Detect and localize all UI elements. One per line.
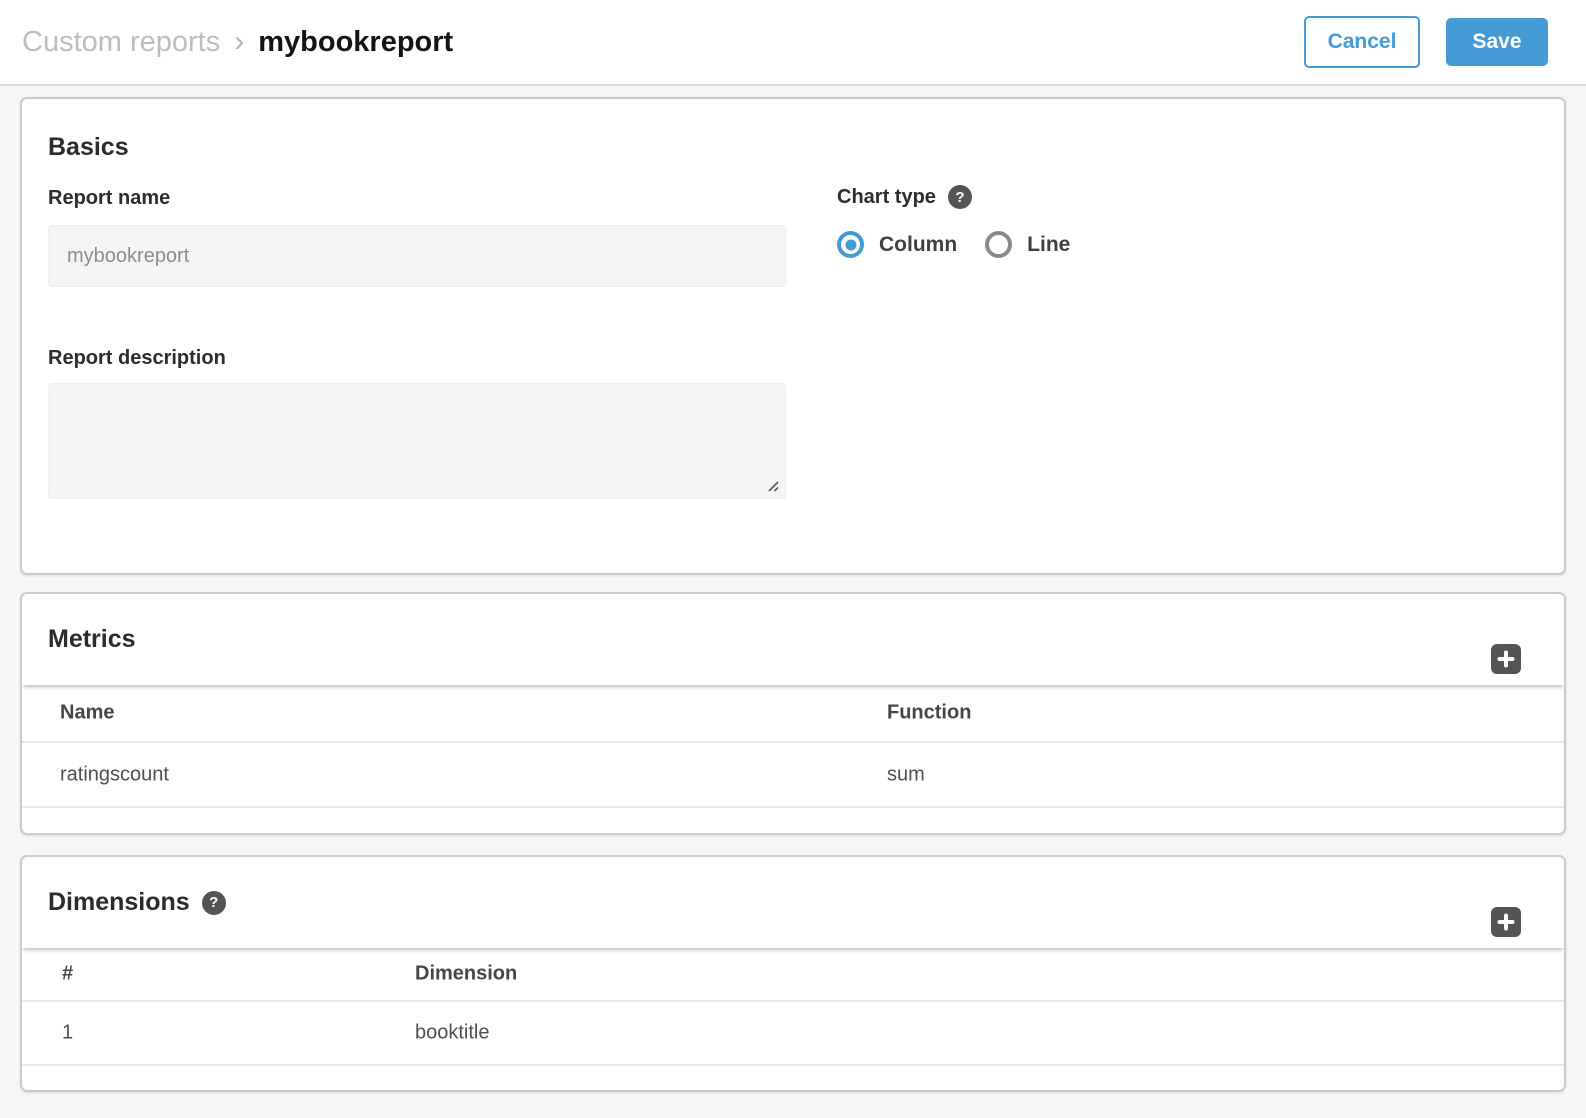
dimensions-col-dimension: Dimension	[415, 963, 517, 986]
add-dimension-button[interactable]	[1491, 907, 1521, 937]
radio-line-label[interactable]: Line	[1027, 233, 1070, 257]
dimensions-card-header: Dimensions ?	[22, 857, 1564, 948]
radio-column-label[interactable]: Column	[879, 233, 957, 257]
breadcrumb: Custom reports › mybookreport	[22, 25, 453, 59]
dimensions-col-index: #	[62, 963, 73, 986]
radio-column[interactable]	[837, 231, 864, 258]
topbar-actions: Cancel Save	[1304, 16, 1564, 68]
top-bar: Custom reports › mybookreport Cancel Sav…	[0, 0, 1586, 86]
add-metric-button[interactable]	[1491, 644, 1521, 674]
dimensions-help-icon[interactable]: ?	[202, 891, 226, 915]
report-description-label: Report description	[48, 347, 226, 370]
metrics-table-row[interactable]: ratingscount sum	[22, 741, 1564, 808]
metrics-card-header: Metrics	[22, 594, 1564, 685]
dimensions-title: Dimensions	[48, 888, 190, 917]
chart-type-label: Chart type	[837, 186, 936, 209]
metrics-col-name: Name	[60, 702, 114, 725]
breadcrumb-current-report: mybookreport	[258, 26, 453, 59]
radio-line[interactable]	[985, 231, 1012, 258]
metrics-card: Metrics Name Function ratingscount sum	[20, 592, 1566, 835]
chart-type-options: Column Line	[837, 231, 1098, 258]
chart-type-block: Chart type ? Column Line	[837, 185, 1098, 258]
cancel-button[interactable]: Cancel	[1304, 16, 1420, 68]
metrics-col-function: Function	[887, 702, 971, 725]
basics-title: Basics	[48, 133, 129, 162]
report-name-label: Report name	[48, 187, 170, 210]
chart-type-help-icon[interactable]: ?	[948, 185, 972, 209]
dimensions-table-row[interactable]: 1 booktitle	[22, 1000, 1564, 1066]
basics-card: Basics Report name Report description Ch…	[20, 97, 1566, 575]
breadcrumb-section[interactable]: Custom reports	[22, 26, 220, 59]
metric-name-cell: ratingscount	[60, 763, 169, 786]
report-name-input[interactable]	[48, 225, 786, 287]
report-description-wrap	[48, 383, 786, 499]
dimension-index-cell: 1	[62, 1022, 73, 1045]
metrics-title: Metrics	[48, 625, 136, 654]
dimensions-card: Dimensions ? # Dimension 1 booktitle	[20, 855, 1566, 1092]
dimension-name-cell: booktitle	[415, 1022, 490, 1045]
metrics-table-header: Name Function	[22, 685, 1564, 741]
breadcrumb-chevron-icon: ›	[234, 25, 244, 59]
save-button[interactable]: Save	[1446, 18, 1548, 66]
dimensions-table-header: # Dimension	[22, 948, 1564, 1000]
metric-function-cell: sum	[887, 763, 925, 786]
report-description-textarea[interactable]	[48, 383, 786, 499]
